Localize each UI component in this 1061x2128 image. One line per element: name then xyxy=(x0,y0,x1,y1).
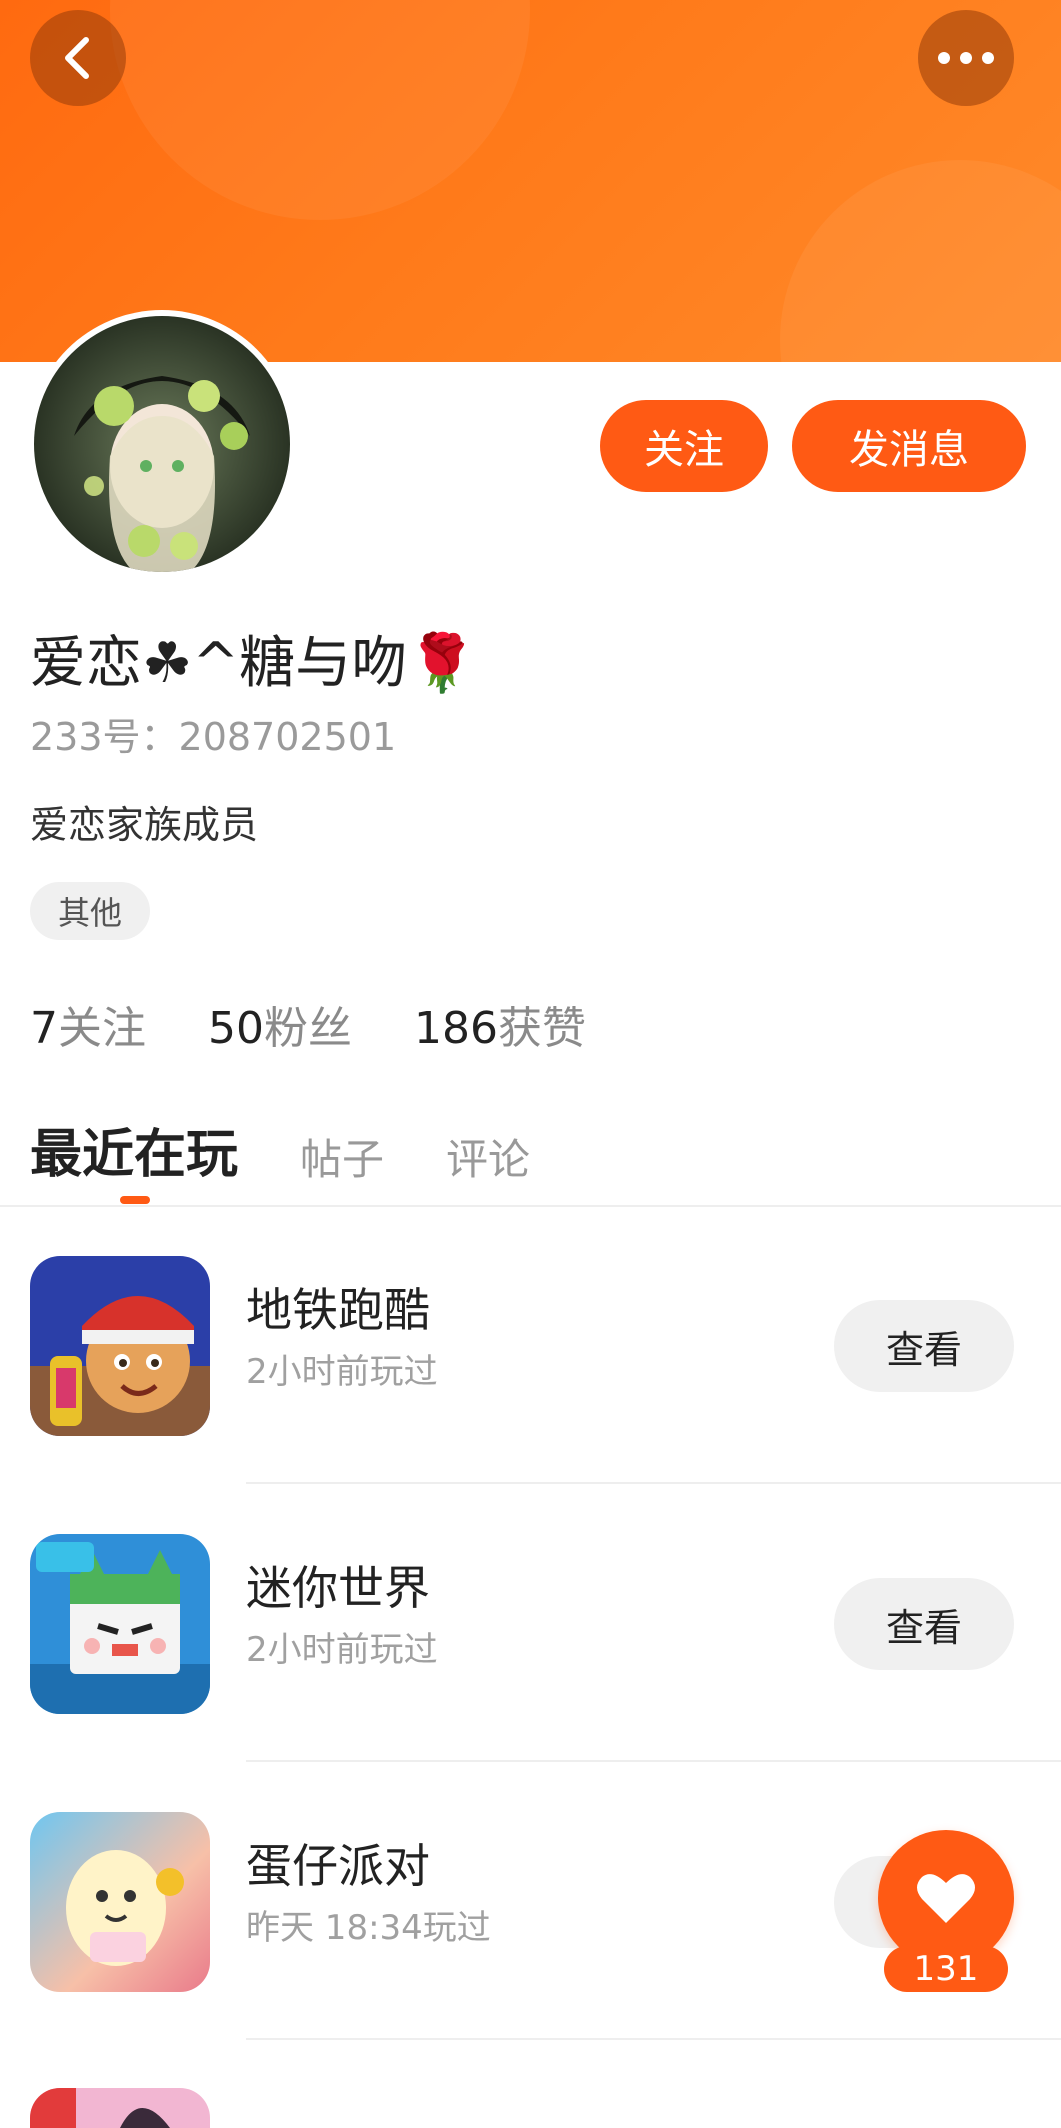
profile-tag[interactable]: 其他 xyxy=(30,882,150,940)
tab-comments[interactable]: 评论 xyxy=(446,1126,530,1187)
view-game-button[interactable]: 查看 xyxy=(834,1578,1014,1670)
more-button[interactable] xyxy=(918,10,1014,106)
game-icon-eggy-party xyxy=(30,1812,210,1992)
send-message-button[interactable]: 发消息 xyxy=(792,400,1026,492)
banner-decoration xyxy=(780,160,1061,362)
view-game-button[interactable]: 查看 xyxy=(834,1300,1014,1392)
user-id-label: 233号： xyxy=(30,715,179,759)
tab-posts[interactable]: 帖子 xyxy=(300,1126,384,1187)
back-button[interactable] xyxy=(30,10,126,106)
nickname: 爱恋☘^糖与吻🌹 xyxy=(30,631,477,696)
bio-text: 爱恋家族成员 xyxy=(30,803,259,847)
game-row[interactable]: 迷你世界 2小时前玩过 查看 xyxy=(0,1484,1061,1762)
stat-likes-label: 获赞 xyxy=(497,1003,586,1054)
row-divider xyxy=(246,2038,1061,2040)
user-id: 233号：208702501 xyxy=(30,706,396,761)
like-count-badge: 131 xyxy=(884,1946,1008,1992)
stats-bar: 7关注 50粉丝 186获赞 xyxy=(30,992,586,1056)
avatar-image xyxy=(34,316,290,572)
game-icon-partial xyxy=(30,2088,210,2128)
game-last-played: 昨天 18:34玩过 xyxy=(246,1908,491,1948)
stat-fans[interactable]: 50粉丝 xyxy=(208,992,352,1056)
stat-fans-count: 50 xyxy=(208,1003,264,1054)
more-icon xyxy=(938,52,994,64)
stat-following-label: 关注 xyxy=(58,1003,146,1054)
profile-header-banner xyxy=(0,0,1061,362)
stat-likes[interactable]: 186获赞 xyxy=(414,992,586,1056)
game-icon-mini-world xyxy=(30,1534,210,1714)
stat-following-count: 7 xyxy=(30,1003,58,1054)
stat-fans-label: 粉丝 xyxy=(264,1003,352,1054)
game-row[interactable]: 地铁跑酷 2小时前玩过 查看 xyxy=(0,1206,1061,1484)
game-last-played: 2小时前玩过 xyxy=(246,1630,438,1670)
game-name: 蛋仔派对 xyxy=(246,1839,430,1893)
tab-recently-played[interactable]: 最近在玩 xyxy=(30,1112,238,1187)
user-id-value: 208702501 xyxy=(178,715,397,759)
back-icon xyxy=(65,37,89,79)
tab-bar: 最近在玩 帖子 评论 xyxy=(30,1112,592,1187)
avatar[interactable] xyxy=(34,316,290,572)
game-name: 地铁跑酷 xyxy=(246,1283,430,1337)
stat-following[interactable]: 7关注 xyxy=(30,992,146,1056)
heart-icon xyxy=(917,1874,975,1923)
game-last-played: 2小时前玩过 xyxy=(246,1352,438,1392)
game-icon-subway-surfers xyxy=(30,1256,210,1436)
tab-active-indicator xyxy=(120,1196,150,1204)
stat-likes-count: 186 xyxy=(414,1003,498,1054)
game-name: 迷你世界 xyxy=(246,1561,430,1615)
banner-decoration xyxy=(110,0,530,220)
follow-button[interactable]: 关注 xyxy=(600,400,768,492)
